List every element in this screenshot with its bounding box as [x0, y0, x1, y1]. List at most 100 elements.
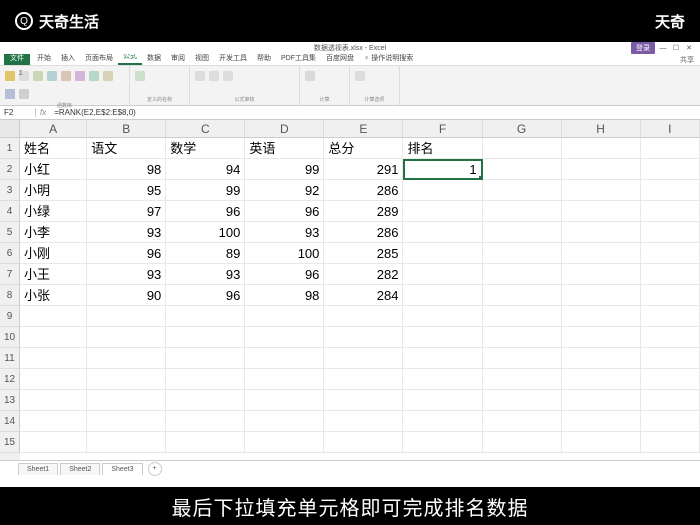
cell[interactable] — [483, 138, 562, 159]
cell[interactable] — [403, 411, 482, 432]
cell[interactable] — [324, 348, 403, 369]
column-header[interactable]: F — [403, 120, 482, 138]
cell[interactable] — [483, 264, 562, 285]
autosum-icon[interactable]: Σ — [18, 68, 30, 84]
cell[interactable]: 小绿 — [20, 201, 87, 222]
row-header[interactable]: 2 — [0, 159, 20, 180]
more-icon[interactable] — [18, 86, 30, 102]
cell[interactable] — [403, 222, 482, 243]
column-header[interactable]: G — [483, 120, 562, 138]
cell[interactable]: 数学 — [166, 138, 245, 159]
cell[interactable]: 291 — [324, 159, 403, 180]
cell[interactable] — [641, 180, 700, 201]
cell[interactable] — [562, 264, 641, 285]
cell[interactable] — [87, 432, 166, 453]
column-header[interactable]: C — [166, 120, 245, 138]
cell[interactable] — [483, 369, 562, 390]
cell[interactable]: 285 — [324, 243, 403, 264]
text-icon[interactable] — [74, 68, 86, 84]
column-header[interactable]: H — [562, 120, 641, 138]
cell[interactable] — [641, 222, 700, 243]
cell[interactable]: 289 — [324, 201, 403, 222]
cell[interactable]: 小刚 — [20, 243, 87, 264]
cell[interactable] — [483, 327, 562, 348]
cell[interactable]: 1 — [403, 159, 482, 180]
cell[interactable]: 94 — [166, 159, 245, 180]
cell[interactable] — [641, 285, 700, 306]
cell[interactable] — [403, 432, 482, 453]
cell[interactable]: 93 — [87, 264, 166, 285]
cell[interactable] — [562, 180, 641, 201]
cell[interactable] — [483, 285, 562, 306]
cell[interactable] — [641, 201, 700, 222]
cell[interactable]: 姓名 — [20, 138, 87, 159]
cell[interactable]: 96 — [87, 243, 166, 264]
cell[interactable] — [324, 411, 403, 432]
cell[interactable] — [562, 369, 641, 390]
cell[interactable] — [641, 348, 700, 369]
cell[interactable]: 96 — [245, 264, 324, 285]
cell[interactable] — [324, 432, 403, 453]
cell[interactable]: 98 — [245, 285, 324, 306]
cell[interactable]: 小明 — [20, 180, 87, 201]
row-header[interactable]: 9 — [0, 306, 20, 327]
cell[interactable] — [641, 243, 700, 264]
minimize-icon[interactable]: — — [658, 43, 668, 53]
sheet-tab[interactable]: Sheet3 — [102, 463, 142, 475]
cell[interactable] — [87, 390, 166, 411]
cell[interactable]: 93 — [166, 264, 245, 285]
row-header[interactable]: 13 — [0, 390, 20, 411]
sheet-tab[interactable]: Sheet2 — [60, 463, 100, 475]
cell[interactable] — [245, 390, 324, 411]
cell[interactable] — [166, 369, 245, 390]
formula-input[interactable]: =RANK(E2,E$2:E$8,0) — [50, 108, 700, 117]
cell[interactable] — [562, 159, 641, 180]
cell[interactable] — [641, 369, 700, 390]
cell[interactable]: 99 — [245, 159, 324, 180]
cell[interactable]: 英语 — [245, 138, 324, 159]
cell[interactable] — [641, 327, 700, 348]
cell[interactable] — [641, 159, 700, 180]
cell[interactable]: 96 — [245, 201, 324, 222]
cell[interactable] — [166, 390, 245, 411]
insert-function-icon[interactable] — [4, 68, 16, 84]
fill-handle[interactable] — [479, 176, 483, 180]
cell[interactable] — [324, 327, 403, 348]
cell[interactable] — [245, 432, 324, 453]
cell[interactable]: 100 — [166, 222, 245, 243]
trace-dependents-icon[interactable] — [208, 68, 220, 84]
row-header[interactable]: 4 — [0, 201, 20, 222]
fx-icon[interactable]: fx — [36, 108, 50, 117]
login-button[interactable]: 登录 — [631, 42, 655, 54]
cell[interactable] — [641, 411, 700, 432]
cell[interactable] — [562, 285, 641, 306]
cell[interactable]: 95 — [87, 180, 166, 201]
cell[interactable] — [483, 432, 562, 453]
share-link[interactable]: 共享 — [680, 55, 694, 65]
cell[interactable] — [20, 327, 87, 348]
calc-now-icon[interactable] — [354, 68, 366, 84]
cell[interactable] — [403, 306, 482, 327]
cell[interactable] — [403, 264, 482, 285]
column-header[interactable]: E — [324, 120, 403, 138]
cell[interactable]: 97 — [87, 201, 166, 222]
cell[interactable]: 93 — [245, 222, 324, 243]
add-sheet-icon[interactable]: + — [148, 462, 162, 476]
cell[interactable] — [562, 243, 641, 264]
row-header[interactable]: 7 — [0, 264, 20, 285]
cell[interactable] — [245, 327, 324, 348]
row-header[interactable]: 10 — [0, 327, 20, 348]
cell[interactable]: 98 — [87, 159, 166, 180]
cell[interactable] — [166, 306, 245, 327]
cell[interactable] — [483, 222, 562, 243]
cell[interactable]: 总分 — [324, 138, 403, 159]
cell[interactable] — [87, 411, 166, 432]
cell[interactable] — [562, 348, 641, 369]
cell[interactable] — [245, 306, 324, 327]
cell[interactable] — [324, 306, 403, 327]
cell[interactable] — [483, 411, 562, 432]
cell[interactable] — [87, 327, 166, 348]
cell[interactable]: 96 — [166, 285, 245, 306]
cell[interactable] — [20, 390, 87, 411]
cell[interactable] — [87, 306, 166, 327]
